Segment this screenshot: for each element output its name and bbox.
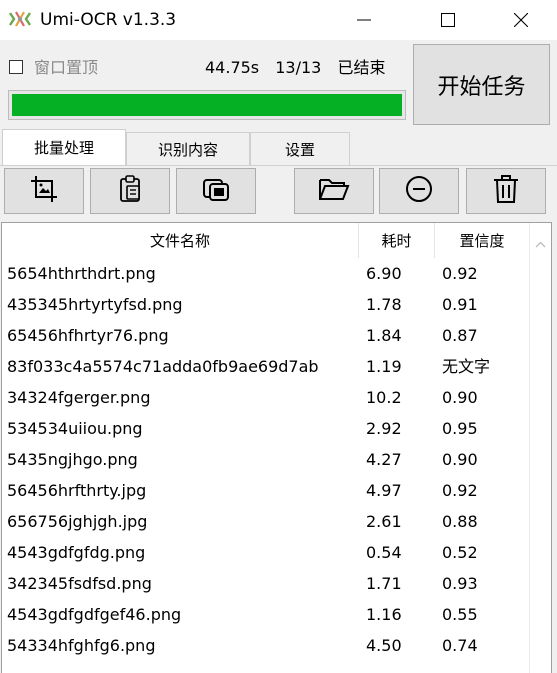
minimize-icon	[357, 13, 371, 27]
cell-confidence: 0.74	[442, 636, 478, 655]
cell-confidence: 0.87	[442, 326, 478, 345]
elapsed-time: 44.75s	[205, 58, 260, 77]
toolbar	[0, 168, 557, 216]
cell-filename: 54334hfghfg6.png	[7, 636, 156, 655]
maximize-icon	[441, 13, 455, 27]
start-task-button[interactable]: 开始任务	[413, 44, 550, 125]
umi-ocr-app-icon	[8, 9, 32, 29]
cell-filename: 83f033c4a5574c71adda0fb9ae69d7ab	[7, 357, 319, 376]
screenshot-button[interactable]	[4, 168, 84, 214]
cell-confidence: 0.88	[442, 512, 478, 531]
clipboard-icon	[115, 174, 145, 208]
tab-batch[interactable]: 批量处理	[2, 129, 126, 165]
cell-filename: 65456hfhrtyr76.png	[7, 326, 169, 345]
table-row[interactable]: 83f033c4a5574c71adda0fb9ae69d7ab 1.19 无文字	[2, 351, 530, 382]
cell-time: 4.27	[366, 450, 402, 469]
cell-confidence: 0.52	[442, 543, 478, 562]
cell-time: 2.92	[366, 419, 402, 438]
tab-settings[interactable]: 设置	[250, 132, 350, 165]
table-row[interactable]: 5435ngjhgo.png 4.27 0.90	[2, 444, 530, 475]
cell-confidence: 0.90	[442, 450, 478, 469]
task-state: 已结束	[337, 58, 386, 77]
table-row[interactable]: 4543gdfgfdg.png 0.54 0.52	[2, 537, 530, 568]
delete-icon	[491, 173, 521, 209]
remove-button[interactable]	[379, 168, 459, 214]
cell-filename: 534534uiiou.png	[7, 419, 143, 438]
column-header-time[interactable]: 耗时	[359, 223, 435, 258]
folder-icon	[317, 174, 351, 208]
always-on-top-label: 窗口置顶	[34, 58, 99, 77]
cell-filename: 5654hthrthdrt.png	[7, 264, 156, 283]
table-row[interactable]: 656756jghjgh.jpg 2.61 0.88	[2, 506, 530, 537]
cell-time: 1.19	[366, 357, 402, 376]
table-row[interactable]: 5654hthrthdrt.png 6.90 0.92	[2, 258, 530, 289]
minimize-button[interactable]	[335, 0, 393, 40]
close-icon	[514, 13, 528, 27]
cell-filename: 4543gdfgfdg.png	[7, 543, 146, 562]
file-table: 文件名称 耗时 置信度 5654hthrthdrt.png 6.90 0.92 435…	[1, 222, 552, 673]
progress-count: 13/13	[275, 58, 322, 77]
remove-icon	[404, 174, 434, 208]
cell-time: 2.61	[366, 512, 402, 531]
cell-confidence: 0.90	[442, 388, 478, 407]
clear-button[interactable]	[466, 168, 546, 214]
cell-confidence: 0.92	[442, 264, 478, 283]
window-title: Umi-OCR v1.3.3	[40, 10, 177, 30]
column-header-filename[interactable]: 文件名称	[2, 223, 359, 258]
cell-time: 0.54	[366, 543, 402, 562]
paste-button[interactable]	[90, 168, 170, 214]
always-on-top-checkbox[interactable]	[9, 60, 23, 74]
cell-filename: 435345hrtyrtyfsd.png	[7, 295, 183, 314]
cell-filename: 656756jghjgh.jpg	[7, 512, 148, 531]
table-row[interactable]: 4543gdfgdfgef46.png 1.16 0.55	[2, 599, 530, 630]
cell-time: 10.2	[366, 388, 402, 407]
table-row[interactable]: 56456hrfthrty.jpg 4.97 0.92	[2, 475, 530, 506]
table-scrollbar[interactable]	[529, 223, 551, 673]
cell-time: 1.71	[366, 574, 402, 593]
screenshot-icon	[29, 174, 59, 208]
title-bar: Umi-OCR v1.3.3	[0, 0, 557, 40]
copy-button[interactable]	[176, 168, 256, 214]
cell-time: 4.50	[366, 636, 402, 655]
cell-time: 6.90	[366, 264, 402, 283]
cell-time: 1.84	[366, 326, 402, 345]
table-row[interactable]: 342345fsdfsd.png 1.71 0.93	[2, 568, 530, 599]
cell-time: 1.16	[366, 605, 402, 624]
cell-time: 4.97	[366, 481, 402, 500]
cell-confidence: 0.93	[442, 574, 478, 593]
cell-confidence: 0.95	[442, 419, 478, 438]
task-status: 44.75s 13/13 已结束	[205, 57, 396, 79]
table-row[interactable]: 534534uiiou.png 2.92 0.95	[2, 413, 530, 444]
close-button[interactable]	[492, 0, 550, 40]
copy-icon	[201, 174, 231, 208]
table-row[interactable]: 34324fgerger.png 10.2 0.90	[2, 382, 530, 413]
tab-divider	[0, 165, 557, 166]
cell-filename: 4543gdfgdfgef46.png	[7, 605, 182, 624]
cell-filename: 5435ngjhgo.png	[7, 450, 138, 469]
cell-time: 1.78	[366, 295, 402, 314]
cell-confidence: 0.92	[442, 481, 478, 500]
cell-confidence: 0.55	[442, 605, 478, 624]
progress-bar-fill	[12, 94, 402, 116]
table-row[interactable]: 65456hfhrtyr76.png 1.84 0.87	[2, 320, 530, 351]
tab-results[interactable]: 识别内容	[126, 132, 250, 165]
maximize-button[interactable]	[419, 0, 477, 40]
open-folder-button[interactable]	[294, 168, 374, 214]
table-row[interactable]: 54334hfghfg6.png 4.50 0.74	[2, 630, 530, 661]
cell-filename: 56456hrfthrty.jpg	[7, 481, 147, 500]
column-header-confidence[interactable]: 置信度	[435, 223, 530, 258]
cell-filename: 34324fgerger.png	[7, 388, 151, 407]
scroll-up-icon[interactable]	[535, 233, 546, 252]
progress-bar	[8, 90, 406, 120]
cell-filename: 342345fsdfsd.png	[7, 574, 152, 593]
cell-confidence: 无文字	[442, 357, 491, 376]
table-row[interactable]: 435345hrtyrtyfsd.png 1.78 0.91	[2, 289, 530, 320]
cell-confidence: 0.91	[442, 295, 478, 314]
tab-bar: 批量处理 识别内容 设置	[0, 129, 557, 165]
table-header: 文件名称 耗时 置信度	[2, 223, 530, 258]
